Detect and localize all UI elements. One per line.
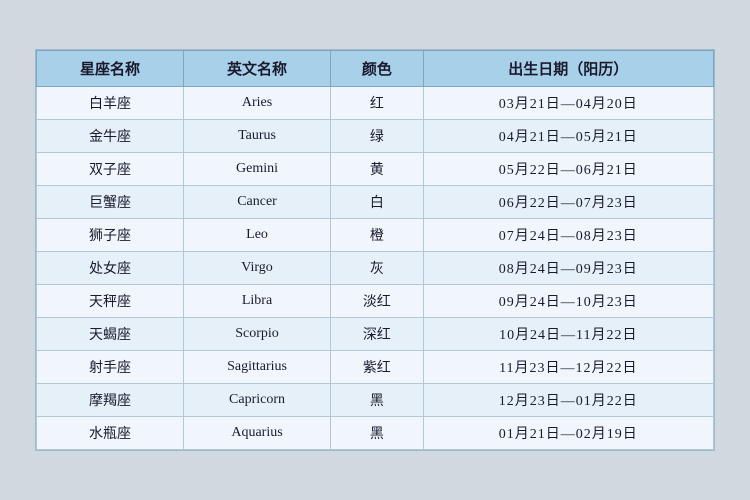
- header-col-3: 出生日期（阳历）: [423, 51, 713, 87]
- cell-r3-c3: 06月22日—07月23日: [423, 186, 713, 219]
- cell-r0-c3: 03月21日—04月20日: [423, 87, 713, 120]
- cell-r2-c1: Gemini: [184, 153, 331, 186]
- header-col-1: 英文名称: [184, 51, 331, 87]
- cell-r0-c2: 红: [331, 87, 424, 120]
- cell-r1-c2: 绿: [331, 120, 424, 153]
- header-col-2: 颜色: [331, 51, 424, 87]
- cell-r6-c0: 天秤座: [37, 285, 184, 318]
- cell-r6-c1: Libra: [184, 285, 331, 318]
- cell-r3-c2: 白: [331, 186, 424, 219]
- cell-r7-c2: 深红: [331, 318, 424, 351]
- table-row: 摩羯座Capricorn黑12月23日—01月22日: [37, 384, 714, 417]
- cell-r5-c1: Virgo: [184, 252, 331, 285]
- cell-r0-c0: 白羊座: [37, 87, 184, 120]
- cell-r8-c0: 射手座: [37, 351, 184, 384]
- cell-r10-c3: 01月21日—02月19日: [423, 417, 713, 450]
- table-row: 射手座Sagittarius紫红11月23日—12月22日: [37, 351, 714, 384]
- cell-r8-c1: Sagittarius: [184, 351, 331, 384]
- cell-r4-c3: 07月24日—08月23日: [423, 219, 713, 252]
- cell-r9-c0: 摩羯座: [37, 384, 184, 417]
- table-row: 白羊座Aries红03月21日—04月20日: [37, 87, 714, 120]
- cell-r5-c2: 灰: [331, 252, 424, 285]
- table-row: 天蝎座Scorpio深红10月24日—11月22日: [37, 318, 714, 351]
- cell-r2-c2: 黄: [331, 153, 424, 186]
- cell-r2-c3: 05月22日—06月21日: [423, 153, 713, 186]
- cell-r9-c1: Capricorn: [184, 384, 331, 417]
- table-header-row: 星座名称英文名称颜色出生日期（阳历）: [37, 51, 714, 87]
- table-row: 处女座Virgo灰08月24日—09月23日: [37, 252, 714, 285]
- cell-r6-c3: 09月24日—10月23日: [423, 285, 713, 318]
- table-row: 巨蟹座Cancer白06月22日—07月23日: [37, 186, 714, 219]
- cell-r4-c2: 橙: [331, 219, 424, 252]
- cell-r5-c3: 08月24日—09月23日: [423, 252, 713, 285]
- zodiac-table: 星座名称英文名称颜色出生日期（阳历） 白羊座Aries红03月21日—04月20…: [36, 50, 714, 450]
- table-row: 金牛座Taurus绿04月21日—05月21日: [37, 120, 714, 153]
- table-body: 白羊座Aries红03月21日—04月20日金牛座Taurus绿04月21日—0…: [37, 87, 714, 450]
- table-row: 天秤座Libra淡红09月24日—10月23日: [37, 285, 714, 318]
- cell-r0-c1: Aries: [184, 87, 331, 120]
- table-row: 双子座Gemini黄05月22日—06月21日: [37, 153, 714, 186]
- cell-r7-c0: 天蝎座: [37, 318, 184, 351]
- cell-r1-c3: 04月21日—05月21日: [423, 120, 713, 153]
- cell-r9-c2: 黑: [331, 384, 424, 417]
- zodiac-table-container: 星座名称英文名称颜色出生日期（阳历） 白羊座Aries红03月21日—04月20…: [35, 49, 715, 451]
- header-col-0: 星座名称: [37, 51, 184, 87]
- cell-r10-c2: 黑: [331, 417, 424, 450]
- cell-r4-c1: Leo: [184, 219, 331, 252]
- cell-r4-c0: 狮子座: [37, 219, 184, 252]
- cell-r9-c3: 12月23日—01月22日: [423, 384, 713, 417]
- cell-r7-c1: Scorpio: [184, 318, 331, 351]
- cell-r10-c0: 水瓶座: [37, 417, 184, 450]
- cell-r3-c0: 巨蟹座: [37, 186, 184, 219]
- cell-r5-c0: 处女座: [37, 252, 184, 285]
- cell-r1-c1: Taurus: [184, 120, 331, 153]
- cell-r3-c1: Cancer: [184, 186, 331, 219]
- cell-r10-c1: Aquarius: [184, 417, 331, 450]
- cell-r6-c2: 淡红: [331, 285, 424, 318]
- cell-r7-c3: 10月24日—11月22日: [423, 318, 713, 351]
- cell-r8-c2: 紫红: [331, 351, 424, 384]
- cell-r2-c0: 双子座: [37, 153, 184, 186]
- table-row: 水瓶座Aquarius黑01月21日—02月19日: [37, 417, 714, 450]
- cell-r1-c0: 金牛座: [37, 120, 184, 153]
- table-row: 狮子座Leo橙07月24日—08月23日: [37, 219, 714, 252]
- cell-r8-c3: 11月23日—12月22日: [423, 351, 713, 384]
